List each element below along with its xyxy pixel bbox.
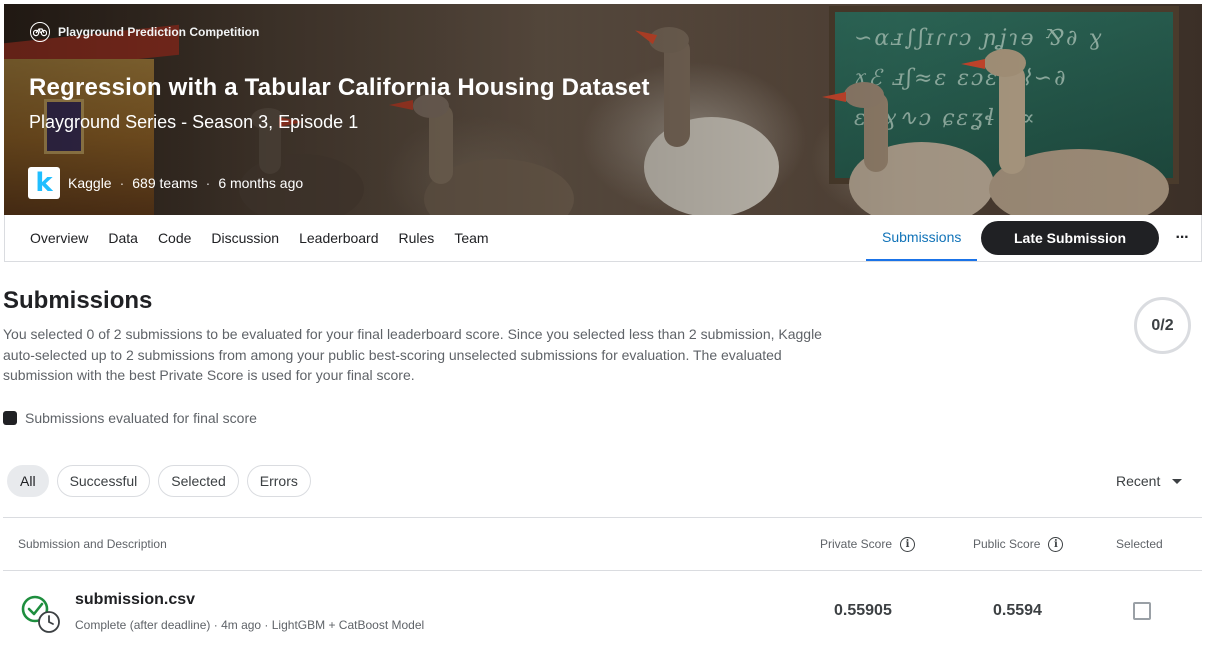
- competition-type: Playground Prediction Competition: [30, 22, 259, 42]
- table-row[interactable]: submission.csv Complete (after deadline)…: [3, 571, 1202, 647]
- filter-chip-selected[interactable]: Selected: [158, 465, 239, 497]
- tab-data[interactable]: Data: [108, 230, 138, 246]
- filter-chips: All Successful Selected Errors: [7, 465, 311, 497]
- late-submission-button[interactable]: Late Submission: [981, 221, 1159, 255]
- check-clock-icon: [20, 595, 62, 635]
- filter-chip-successful[interactable]: Successful: [56, 465, 151, 497]
- filter-chip-all[interactable]: All: [7, 465, 49, 497]
- legend-label: Submissions evaluated for final score: [25, 410, 257, 426]
- kaggle-logo[interactable]: k: [28, 167, 60, 199]
- filter-chip-errors[interactable]: Errors: [246, 465, 311, 497]
- legend-swatch: [3, 411, 17, 425]
- tab-overview[interactable]: Overview: [30, 230, 88, 246]
- tab-list: Overview Data Code Discussion Leaderboar…: [30, 215, 489, 261]
- public-score: 0.5594: [993, 602, 1042, 619]
- submission-meta: Complete (after deadline) · 4m ago · Lig…: [75, 618, 425, 632]
- private-score: 0.55905: [834, 602, 892, 619]
- sort-dropdown[interactable]: Recent: [1116, 473, 1183, 489]
- team-count: 689 teams: [132, 175, 198, 191]
- info-icon[interactable]: i: [900, 536, 916, 552]
- column-header-label: Public Score: [973, 537, 1041, 551]
- competition-banner: ∽ɑⅎ∫ʃɪɾɾɔ ɲʝɿɘ ⅋∂ ɣɤℰ ⅎʃ≈ɛ ɛɔɛ ⌇⌇∽∂ɛʋɣ∿ɔ…: [4, 4, 1202, 215]
- tab-rules[interactable]: Rules: [399, 230, 435, 246]
- column-header-label: Submission and Description: [18, 537, 167, 551]
- tab-leaderboard[interactable]: Leaderboard: [299, 230, 378, 246]
- tab-discussion[interactable]: Discussion: [211, 230, 279, 246]
- host-name[interactable]: Kaggle: [68, 175, 112, 191]
- column-header-description: Submission and Description: [18, 518, 167, 570]
- time-ago: 6 months ago: [218, 175, 304, 191]
- caret-down-icon: [1172, 478, 1183, 484]
- bike-icon: [30, 22, 50, 42]
- separator: ·: [119, 175, 125, 191]
- column-header-private-score: Private Score i: [820, 518, 916, 570]
- table-header: Submission and Description Private Score…: [3, 517, 1202, 571]
- submissions-description: You selected 0 of 2 submissions to be ev…: [3, 326, 822, 383]
- column-header-public-score: Public Score i: [973, 518, 1064, 570]
- column-header-label: Private Score: [820, 537, 893, 551]
- submission-filename[interactable]: submission.csv: [75, 591, 195, 609]
- column-header-label: Selected: [1116, 537, 1163, 551]
- competition-host-info: k Kaggle · 689 teams · 6 months ago: [28, 167, 303, 199]
- info-icon[interactable]: i: [1048, 536, 1064, 552]
- separator: ·: [205, 175, 211, 191]
- sort-label: Recent: [1116, 473, 1161, 489]
- page-title: Submissions: [3, 287, 153, 314]
- column-header-selected: Selected: [1116, 518, 1163, 570]
- tab-submissions[interactable]: Submissions: [866, 215, 978, 261]
- selected-counter: 0/2: [1134, 297, 1191, 354]
- competition-type-label: Playground Prediction Competition: [58, 25, 260, 39]
- competition-subtitle: Playground Series - Season 3, Episode 1: [29, 112, 359, 132]
- tab-code[interactable]: Code: [158, 230, 191, 246]
- tab-team[interactable]: Team: [454, 230, 488, 246]
- more-options-icon[interactable]: ···: [1168, 223, 1196, 253]
- competition-tab-bar: Overview Data Code Discussion Leaderboar…: [4, 215, 1202, 262]
- final-score-legend: Submissions evaluated for final score: [3, 410, 257, 426]
- select-submission-checkbox[interactable]: [1133, 602, 1151, 620]
- competition-title: Regression with a Tabular California Hou…: [29, 74, 650, 101]
